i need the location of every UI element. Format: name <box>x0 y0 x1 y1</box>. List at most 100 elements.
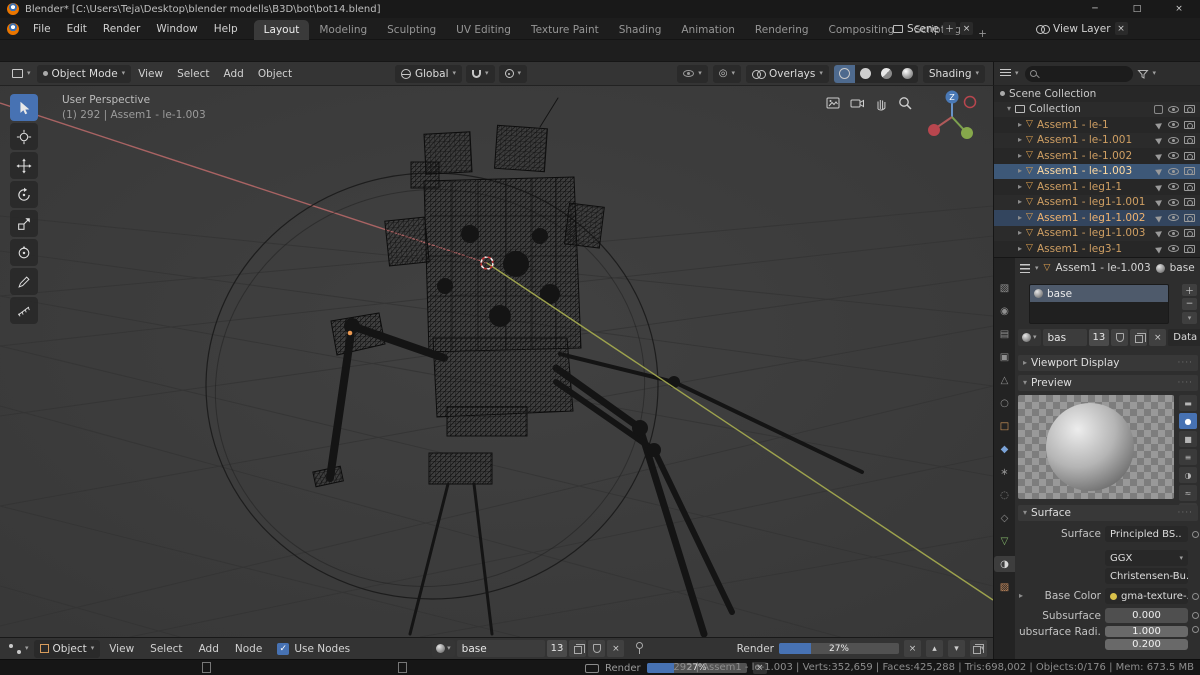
scroll-up-button[interactable]: ▴ <box>926 640 943 657</box>
hide-icon[interactable] <box>1168 121 1179 129</box>
remove-slot-button[interactable]: − <box>1182 298 1197 310</box>
expand-icon[interactable]: ▸ <box>1018 136 1022 144</box>
subsurface-method-select[interactable]: Christensen-Bu..▾ <box>1105 568 1188 584</box>
preview-shaderball-button[interactable]: ◑ <box>1179 467 1197 483</box>
zoom-magnifier-icon[interactable] <box>894 92 916 114</box>
properties-editor-icon[interactable] <box>1020 263 1030 273</box>
editor-options-button[interactable]: ▾ <box>970 640 987 657</box>
subsurface-value-field[interactable]: 0.000 <box>1105 608 1188 623</box>
properties-tab-physics[interactable]: ◌ <box>996 487 1014 503</box>
properties-tab-world[interactable]: ○ <box>996 395 1014 411</box>
disable-render-icon[interactable] <box>1184 105 1195 114</box>
workspace-tab-compositing[interactable]: Compositing <box>819 20 905 40</box>
blender-menu-icon[interactable] <box>7 22 19 35</box>
selectable-icon[interactable] <box>1155 135 1164 145</box>
panel-viewport-display[interactable]: ▸ Viewport Display ···· <box>1018 355 1198 371</box>
disable-render-icon[interactable] <box>1184 213 1195 222</box>
tool-annotate[interactable] <box>10 268 38 295</box>
tool-scale[interactable] <box>10 210 38 237</box>
expand-icon[interactable]: ▸ <box>1018 182 1022 191</box>
workspace-tab-layout[interactable]: Layout <box>253 19 310 40</box>
tool-move[interactable] <box>10 152 38 179</box>
collapse-icon[interactable]: ▾ <box>1007 105 1011 113</box>
hide-icon[interactable] <box>1168 229 1179 237</box>
viewport-menu-view[interactable]: View <box>131 68 170 80</box>
area-split-icon[interactable] <box>398 662 407 673</box>
viewport-menu-select[interactable]: Select <box>170 68 216 80</box>
workspace-tab-animation[interactable]: Animation <box>671 20 745 40</box>
expand-icon[interactable]: ▸ <box>1018 198 1022 206</box>
disable-render-icon[interactable] <box>1184 136 1195 145</box>
copy-material-button[interactable] <box>1130 329 1148 346</box>
hide-icon[interactable] <box>1168 183 1179 191</box>
new-scene-button[interactable]: ＋ <box>943 22 957 35</box>
filter-icon[interactable] <box>1136 68 1149 80</box>
mode-select[interactable]: Object Mode ▾ <box>36 64 132 83</box>
use-nodes-checkbox[interactable]: ✓ Use Nodes <box>277 642 350 655</box>
material-users-count[interactable]: 13 <box>1088 329 1110 346</box>
preview-cube-button[interactable]: ■ <box>1179 431 1197 447</box>
disable-render-icon[interactable] <box>1184 229 1195 238</box>
distribution-select[interactable]: GGX ▾ <box>1105 550 1188 566</box>
maximize-button[interactable]: □ <box>1116 0 1158 18</box>
transform-orientation-select[interactable]: Global ▾ <box>395 64 463 83</box>
workspace-tab-shading[interactable]: Shading <box>609 20 672 40</box>
outliner-item[interactable]: ▸ ▽ Assem1 - le-1.002 <box>994 148 1200 164</box>
selectable-icon[interactable] <box>1155 182 1164 192</box>
unlink-material-button[interactable]: × <box>1149 329 1167 346</box>
preview-cloth-button[interactable]: ≈ <box>1179 485 1197 501</box>
preview-flat-button[interactable]: ▬ <box>1179 395 1197 411</box>
slot-link-select[interactable]: Data▾ <box>1168 329 1200 346</box>
object-visibility-dropdown[interactable]: ▾ <box>677 64 708 83</box>
expand-icon[interactable]: ▸ <box>1018 213 1022 222</box>
shading-rendered-button[interactable] <box>897 65 918 83</box>
panel-preview[interactable]: ▾ Preview ···· <box>1018 375 1198 391</box>
hide-icon[interactable] <box>1168 214 1179 222</box>
fake-user-button[interactable] <box>588 640 606 657</box>
properties-tab-view-layer[interactable]: ▣ <box>996 349 1014 365</box>
node-menu-view[interactable]: View <box>102 643 141 655</box>
disable-render-icon[interactable] <box>1184 244 1195 253</box>
view-layer-selector[interactable]: View Layer × <box>1036 22 1128 35</box>
shader-type-select[interactable]: Object ▾ <box>33 639 101 658</box>
workspace-tab-modeling[interactable]: Modeling <box>309 20 377 40</box>
expand-icon[interactable]: ▸ <box>1019 592 1023 600</box>
tool-transform[interactable] <box>10 239 38 266</box>
disable-render-icon[interactable] <box>1184 151 1195 160</box>
area-split-icon[interactable] <box>202 662 211 673</box>
disable-render-icon[interactable] <box>1184 120 1195 129</box>
outliner-item-active[interactable]: ▸ ▽ Assem1 - le-1.003 <box>994 163 1200 179</box>
breadcrumb-material[interactable]: base <box>1170 262 1195 274</box>
exclude-checkbox[interactable] <box>1154 104 1163 114</box>
minimize-button[interactable]: ─ <box>1074 0 1116 18</box>
tool-select-box[interactable] <box>10 94 38 121</box>
base-color-input[interactable]: gma-texture-... <box>1105 588 1188 604</box>
remove-view-layer-button[interactable]: × <box>1114 22 1128 35</box>
properties-tab-material[interactable]: ◑ <box>994 556 1015 572</box>
preview-hair-button[interactable]: ≡ <box>1179 449 1197 465</box>
node-menu-add[interactable]: Add <box>192 643 226 655</box>
add-slot-button[interactable]: ＋ <box>1182 284 1197 297</box>
x-axis-ball[interactable] <box>928 124 940 136</box>
menu-help[interactable]: Help <box>206 23 246 35</box>
editor-type-button[interactable]: ▾ <box>6 65 37 83</box>
node-menu-node[interactable]: Node <box>228 643 269 655</box>
outliner-item[interactable]: ▸ ▽ Assem1 - le-1.001 <box>994 133 1200 149</box>
disable-render-icon[interactable] <box>1184 198 1195 207</box>
properties-tab-modifiers[interactable]: ◆ <box>996 441 1014 457</box>
properties-tab-texture[interactable]: ▨ <box>996 579 1014 595</box>
selectable-icon[interactable] <box>1155 228 1164 238</box>
slot-specials-button[interactable]: ▾ <box>1182 312 1197 324</box>
gizmos-dropdown[interactable]: ◎ ▾ <box>712 64 742 83</box>
browse-material-button[interactable]: ▾ <box>1018 329 1041 346</box>
copy-material-button[interactable] <box>569 640 587 657</box>
selectable-icon[interactable] <box>1155 244 1164 254</box>
proportional-editing-toggle[interactable]: ▾ <box>498 64 528 83</box>
tool-measure[interactable] <box>10 297 38 324</box>
panel-surface[interactable]: ▾ Surface ···· <box>1018 505 1198 521</box>
fake-user-button[interactable] <box>1111 329 1129 346</box>
disable-render-icon[interactable] <box>1184 167 1195 176</box>
expand-icon[interactable]: ▸ <box>1018 244 1022 253</box>
viewport-menu-add[interactable]: Add <box>217 68 251 80</box>
hide-icon[interactable] <box>1168 245 1179 253</box>
